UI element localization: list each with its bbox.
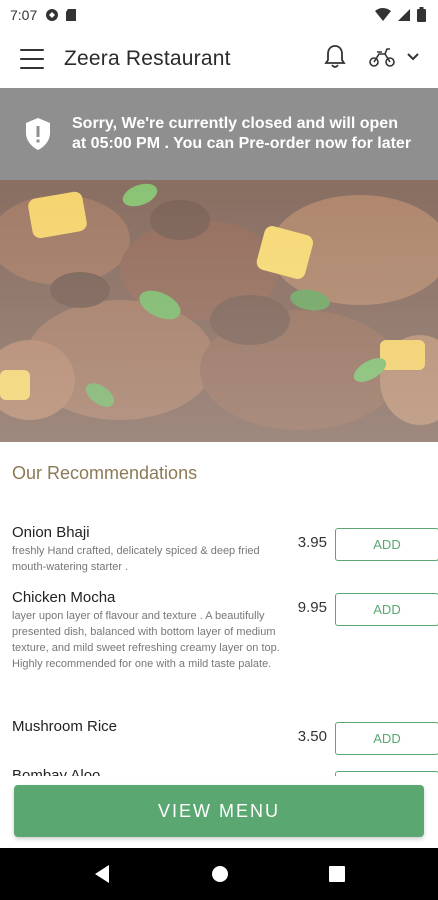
item-description: layer upon layer of flavour and texture …: [12, 610, 280, 670]
bell-icon[interactable]: [324, 44, 346, 70]
system-nav-bar: [0, 848, 438, 900]
add-button[interactable]: ADD: [335, 528, 438, 561]
add-button[interactable]: ADD: [335, 593, 438, 626]
status-notification-icons: [45, 8, 77, 22]
chevron-down-icon: [407, 53, 419, 61]
app-actions: [324, 44, 420, 70]
list-item: Mushroom Rice 3.50 ADD: [0, 718, 438, 755]
battery-icon: [417, 7, 426, 22]
hero-food-image: [0, 180, 438, 442]
signal-icon: [398, 8, 410, 21]
closed-message: Sorry, We're currently closed and will o…: [72, 115, 412, 152]
home-icon[interactable]: [211, 865, 229, 883]
sd-card-icon: [66, 9, 77, 21]
item-price: 9.95: [297, 599, 327, 616]
add-button[interactable]: [335, 771, 438, 776]
back-icon[interactable]: [93, 864, 111, 884]
list-item: Chicken Mocha layer upon layer of flavou…: [0, 589, 438, 672]
recommendations-title: Our Recommendations: [12, 463, 198, 483]
list-item: Onion Bhaji freshly Hand crafted, delica…: [0, 524, 438, 575]
status-bar: 7:07: [0, 0, 438, 30]
notification-icon: [46, 9, 59, 21]
item-description: freshly Hand crafted, delicately spiced …: [12, 545, 260, 573]
app-title: Zeera Restaurant: [64, 47, 231, 70]
wifi-icon: [375, 7, 391, 21]
scooter-icon: [369, 48, 395, 67]
item-price: 3.50: [297, 728, 327, 745]
closed-banner: Sorry, We're currently closed and will o…: [0, 88, 438, 180]
status-system-icons: [375, 7, 426, 22]
shield-alert-icon: [26, 118, 50, 150]
status-time: 7:07: [10, 7, 38, 23]
list-item: Bombay Aloo: [0, 767, 438, 776]
add-button[interactable]: ADD: [335, 722, 438, 755]
menu-icon[interactable]: [20, 49, 44, 69]
recommendations-list: Onion Bhaji freshly Hand crafted, delica…: [0, 520, 438, 776]
app-bar: Zeera Restaurant: [0, 30, 438, 88]
view-menu-button[interactable]: VIEW MENU: [14, 785, 424, 837]
recents-icon[interactable]: [329, 866, 345, 882]
item-price: 3.95: [297, 534, 327, 551]
delivery-mode-selector[interactable]: [368, 46, 420, 68]
